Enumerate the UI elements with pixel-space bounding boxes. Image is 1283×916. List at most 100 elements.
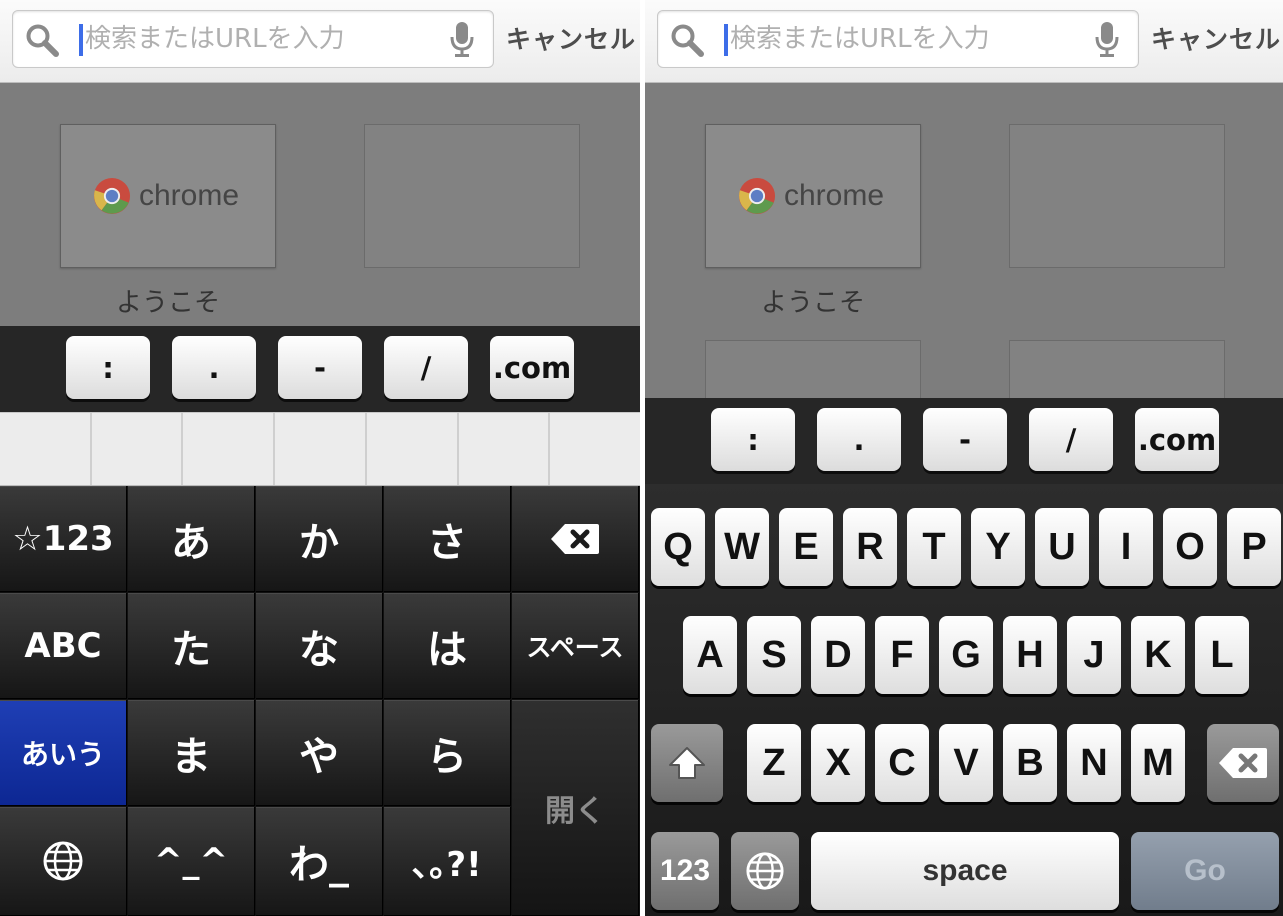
hyphen-key[interactable]: - [278,336,362,399]
kana-a-key[interactable]: あ [128,486,255,592]
globe-icon [43,841,83,881]
chrome-wordmark: chrome [784,179,885,212]
backspace-icon [1219,748,1267,778]
kana-ya-key[interactable]: や [256,700,383,806]
hyphen-key[interactable]: - [923,408,1007,471]
tile-brand: chrome [738,177,884,215]
microphone-icon[interactable] [1094,22,1120,58]
candidate-slot[interactable] [92,413,184,485]
kana-keyboard: ☆123 あ か さ ABC た な は スペース あいう ま や ら 開く ^… [0,486,640,916]
cancel-button[interactable]: キャンセル [1151,20,1281,56]
key-q[interactable]: Q [651,508,705,586]
kana-ma-key[interactable]: ま [128,700,255,806]
url-accessory-bar: : . - / .com [645,398,1283,484]
search-toolbar: キャンセル [0,0,640,83]
kana-sa-key[interactable]: さ [384,486,511,592]
delete-key[interactable] [512,486,639,592]
colon-key[interactable]: : [66,336,150,399]
omnibox[interactable] [12,10,494,68]
key-c[interactable]: C [875,724,929,802]
search-toolbar: キャンセル [645,0,1283,83]
candidate-slot[interactable] [367,413,459,485]
candidate-slot[interactable] [459,413,551,485]
emoticon-key[interactable]: ^_^ [128,807,255,916]
key-e[interactable]: E [779,508,833,586]
dotcom-key[interactable]: .com [490,336,574,399]
key-o[interactable]: O [1163,508,1217,586]
key-w[interactable]: W [715,508,769,586]
globe-key[interactable] [731,832,799,910]
text-caret [724,24,728,56]
key-j[interactable]: J [1067,616,1121,694]
most-visited-tile[interactable]: chrome [60,124,276,268]
key-x[interactable]: X [811,724,865,802]
right-screen: キャンセル chrome ようこそ : . - / .com Q W E R T… [645,0,1283,916]
key-s[interactable]: S [747,616,801,694]
candidate-slot[interactable] [183,413,276,485]
empty-tile[interactable] [1009,124,1225,268]
kana-ta-key[interactable]: た [128,593,255,699]
qwerty-keyboard: Q W E R T Y U I O P A S D F G H J K L Z … [645,484,1283,916]
key-a[interactable]: A [683,616,737,694]
empty-tile[interactable] [364,124,580,268]
space-key[interactable]: space [811,832,1119,910]
kana-wa-key[interactable]: わ_ [256,807,383,916]
shift-key[interactable] [651,724,723,802]
symbol-number-key[interactable]: ☆123 [0,486,127,592]
candidate-slot[interactable] [550,413,640,485]
key-n[interactable]: N [1067,724,1121,802]
candidate-bar [0,412,640,486]
candidate-slot[interactable] [275,413,367,485]
globe-icon [746,852,784,890]
most-visited-tile[interactable]: chrome [705,124,921,268]
key-z[interactable]: Z [747,724,801,802]
key-v[interactable]: V [939,724,993,802]
cancel-button[interactable]: キャンセル [506,20,636,56]
kana-ha-key[interactable]: は [384,593,511,699]
microphone-icon[interactable] [449,22,475,58]
kana-mode-key[interactable]: あいう [0,700,127,806]
go-button[interactable]: Go [1131,832,1279,910]
kana-na-key[interactable]: な [256,593,383,699]
kana-ra-key[interactable]: ら [384,700,511,806]
search-input[interactable] [730,19,1080,59]
key-t[interactable]: T [907,508,961,586]
slash-key[interactable]: / [1029,408,1113,471]
tile-caption: ようこそ [115,288,220,318]
key-h[interactable]: H [1003,616,1057,694]
dot-key[interactable]: . [172,336,256,399]
key-u[interactable]: U [1035,508,1089,586]
number-mode-key[interactable]: 123 [651,832,719,910]
omnibox[interactable] [657,10,1139,68]
key-y[interactable]: Y [971,508,1025,586]
kana-ka-key[interactable]: か [256,486,383,592]
key-m[interactable]: M [1131,724,1185,802]
key-d[interactable]: D [811,616,865,694]
key-k[interactable]: K [1131,616,1185,694]
abc-mode-key[interactable]: ABC [0,593,127,699]
space-key[interactable]: スペース [512,593,639,699]
search-icon [26,24,59,57]
slash-key[interactable]: / [384,336,468,399]
tile-brand: chrome [93,177,239,215]
colon-key[interactable]: : [711,408,795,471]
key-p[interactable]: P [1227,508,1281,586]
dot-key[interactable]: . [817,408,901,471]
left-screen: キャンセル chrome ようこそ : . - / .com [0,0,640,916]
delete-key[interactable] [1207,724,1279,802]
chrome-wordmark: chrome [139,179,240,212]
key-i[interactable]: I [1099,508,1153,586]
key-b[interactable]: B [1003,724,1057,802]
globe-key[interactable] [0,807,127,916]
search-input[interactable] [85,19,435,59]
key-r[interactable]: R [843,508,897,586]
backspace-icon [551,523,599,554]
candidate-slot[interactable] [0,413,92,485]
key-f[interactable]: F [875,616,929,694]
punctuation-key[interactable]: ､｡?! [384,807,511,916]
dotcom-key[interactable]: .com [1135,408,1219,471]
key-l[interactable]: L [1195,616,1249,694]
open-button[interactable]: 開く [512,700,639,916]
key-g[interactable]: G [939,616,993,694]
chrome-logo-icon [93,177,131,215]
